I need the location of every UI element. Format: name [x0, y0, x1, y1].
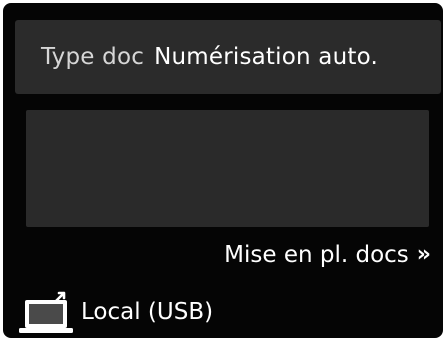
scan-preview-area — [26, 110, 429, 227]
scan-destination-label: Local (USB) — [81, 299, 214, 325]
document-type-label: Type doc — [41, 44, 145, 70]
computer-usb-icon — [19, 291, 73, 333]
document-placement-button[interactable]: Mise en pl. docs » — [224, 239, 431, 271]
printer-lcd-screen: Type doc Numérisation auto. Mise en pl. … — [3, 3, 443, 338]
document-type-value: Numérisation auto. — [154, 44, 378, 70]
double-chevron-right-icon: » — [416, 242, 431, 267]
scan-destination[interactable]: Local (USB) — [17, 290, 213, 334]
document-placement-label: Mise en pl. docs — [224, 242, 409, 268]
document-type-selector[interactable]: Type doc Numérisation auto. — [15, 20, 441, 94]
